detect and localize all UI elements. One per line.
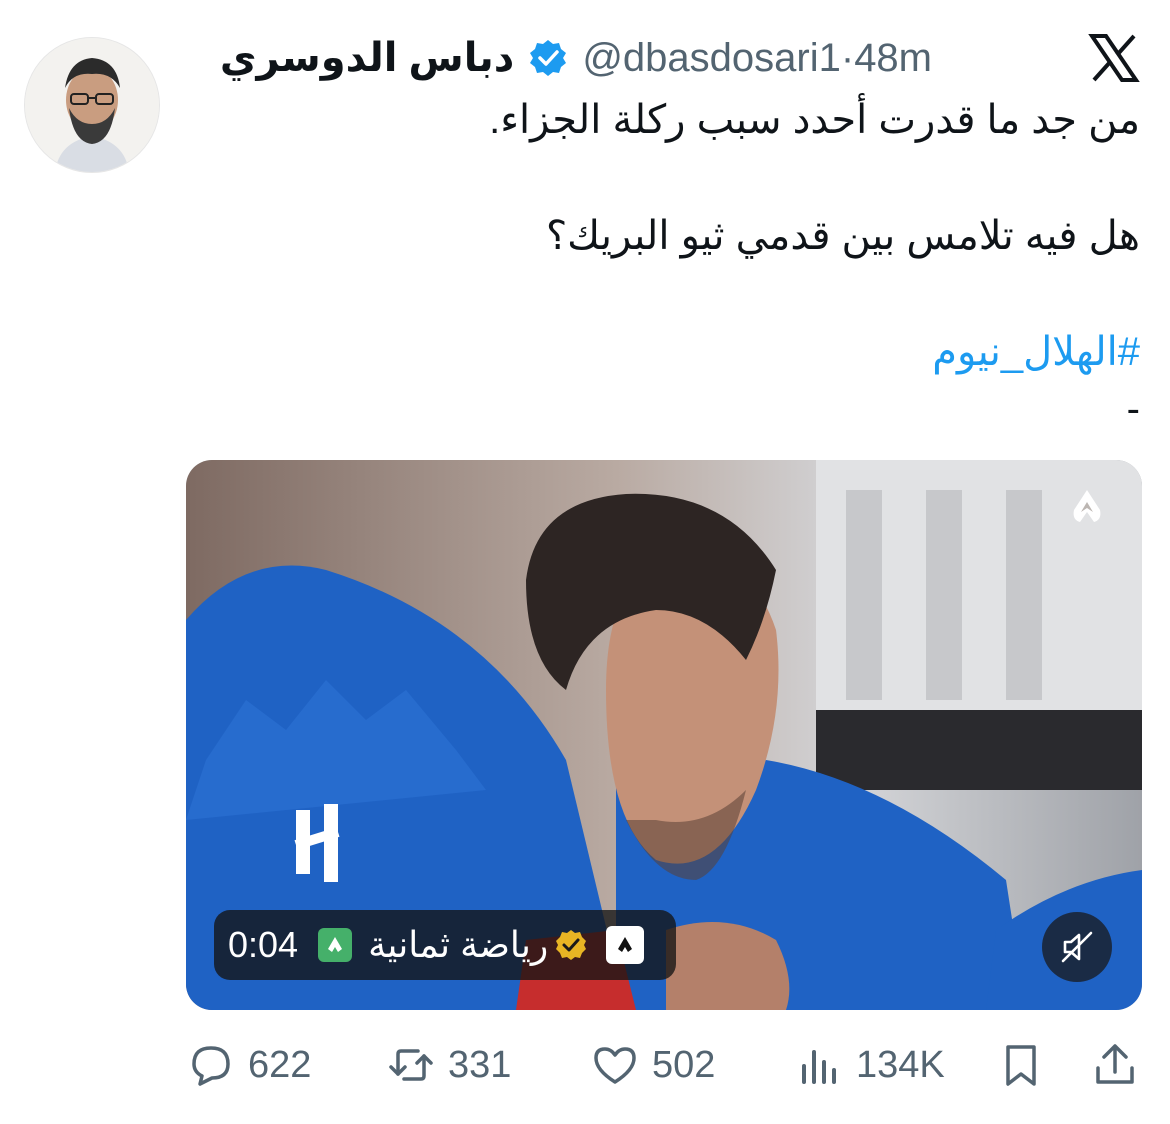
verified-badge-icon	[530, 40, 567, 76]
video-info-pill: 0:04 رياضة ثمانية	[214, 910, 676, 980]
video-duration: 0:04	[228, 924, 299, 965]
tweet-text-line-1: من جد ما قدرت أحدد سبب ركلة الجزاء.	[489, 98, 1140, 142]
reply-count: 622	[248, 1043, 312, 1086]
retweet-button[interactable]: 331	[386, 1030, 511, 1100]
bookmark-icon	[1006, 1045, 1036, 1086]
like-icon	[594, 1047, 636, 1084]
views-button[interactable]: 134K	[794, 1030, 945, 1100]
time-separator: ·	[840, 35, 855, 80]
channel-logo-white-icon	[606, 926, 645, 964]
tweet-header: دباس الدوسري @dbasdosari1 · 48m	[220, 30, 932, 86]
views-icon	[802, 1050, 836, 1084]
reply-icon	[192, 1046, 230, 1086]
retweet-icon	[389, 1049, 433, 1081]
avatar-illustration	[25, 38, 159, 172]
mute-icon	[1061, 931, 1093, 963]
bookmark-button[interactable]	[996, 1030, 1058, 1100]
channel-name: رياضة ثمانية	[368, 924, 549, 965]
share-button[interactable]	[1090, 1030, 1152, 1100]
gold-verified-badge-icon	[556, 930, 587, 960]
like-count: 502	[652, 1043, 716, 1086]
share-icon	[1096, 1044, 1134, 1084]
retweet-count: 331	[448, 1043, 512, 1086]
channel-logo-green-icon	[318, 928, 353, 962]
author-name[interactable]: دباس الدوسري	[220, 35, 514, 81]
x-logo-icon[interactable]	[1086, 30, 1142, 86]
tweet-time[interactable]: 48m	[854, 36, 932, 81]
hashtag-link[interactable]: #الهلال_نيوم	[932, 328, 1140, 376]
author-handle[interactable]: @dbasdosari1	[582, 36, 841, 81]
reply-button[interactable]: 622	[186, 1030, 311, 1100]
like-button[interactable]: 502	[590, 1030, 715, 1100]
tweet-text-line-2: هل فيه تلامس بين قدمي ثيو البريك؟	[545, 214, 1140, 258]
mute-toggle-button[interactable]	[1042, 912, 1112, 982]
channel-watermark-icon	[1073, 490, 1101, 522]
tweet-action-bar: 622 331 502 134K	[0, 1030, 1170, 1100]
view-count: 134K	[856, 1043, 945, 1086]
avatar[interactable]	[24, 37, 160, 173]
tweet-text-trailing: -	[1126, 387, 1140, 431]
